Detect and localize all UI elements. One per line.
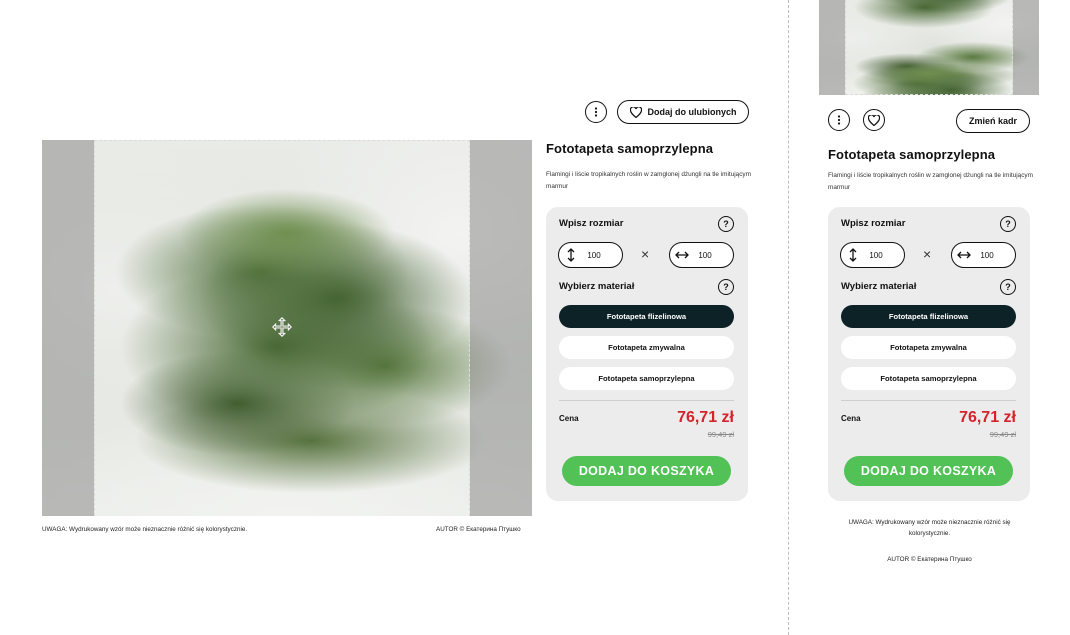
mobile-height-value: 100 (869, 250, 883, 260)
mobile-favorite-button[interactable] (863, 109, 885, 131)
mobile-print-warning: UWAGA: Wydrukowany wzór może nieznacznie… (848, 519, 1011, 537)
product-image-cropper[interactable] (42, 140, 532, 516)
height-input[interactable]: 100 (558, 242, 623, 268)
times-sign: × (641, 246, 650, 262)
mobile-times-sign: × (923, 246, 932, 262)
horizontal-arrows-icon (673, 246, 691, 264)
mobile-material-option-flizelinowa[interactable]: Fototapeta flizelinowa (841, 305, 1016, 328)
mobile-material-section-label: Wybierz materiał (841, 281, 917, 292)
mobile-size-section-label: Wpisz rozmiar (841, 218, 906, 229)
horizontal-arrows-icon (955, 246, 973, 264)
mobile-price-label: Cena (841, 414, 861, 423)
mobile-author-credit: AUTOR © Екатерина Птушко (887, 556, 972, 563)
mobile-crop-frame (845, 0, 1013, 95)
size-section-label: Wpisz rozmiar (559, 218, 624, 229)
mobile-product-description: Flamingi i liście tropikalnych roślin w … (828, 172, 1033, 191)
add-to-cart-button[interactable]: DODAJ DO KOSZYKA (562, 456, 731, 486)
mobile-price-divider (841, 400, 1016, 401)
mobile-product-image[interactable] (819, 0, 1039, 95)
mobile-old-price: 99,49 zł (989, 430, 1016, 439)
move-icon[interactable] (271, 316, 293, 338)
material-help-icon[interactable]: ? (718, 279, 734, 295)
mobile-size-help-icon[interactable]: ? (1000, 216, 1016, 232)
more-options-button[interactable] (585, 101, 607, 123)
size-help-icon[interactable]: ? (718, 216, 734, 232)
mobile-crop-mask-right (1013, 0, 1039, 95)
current-price: 76,71 zł (677, 409, 734, 426)
mobile-height-input[interactable]: 100 (840, 242, 905, 268)
crop-mask-left (42, 140, 94, 516)
material-option-zmywalna[interactable]: Fototapeta zmywalna (559, 336, 734, 359)
material-section-label: Wybierz materiał (559, 281, 635, 292)
height-value: 100 (587, 250, 601, 260)
product-title: Fototapeta samoprzylepna (546, 141, 714, 156)
price-label: Cena (559, 414, 579, 423)
product-description: Flamingi i liście tropikalnych roślin w … (546, 171, 751, 190)
mobile-material-option-zmywalna[interactable]: Fototapeta zmywalna (841, 336, 1016, 359)
crop-mask-right (470, 140, 532, 516)
change-crop-button[interactable]: Zmień kadr (956, 109, 1030, 133)
view-divider (788, 0, 789, 635)
vertical-arrows-icon (844, 246, 862, 264)
add-to-favorites-button[interactable]: Dodaj do ulubionych (617, 100, 749, 124)
print-warning: UWAGA: Wydrukowany wzór może nieznacznie… (42, 526, 248, 533)
material-option-flizelinowa[interactable]: Fototapeta flizelinowa (559, 305, 734, 328)
mobile-more-options-button[interactable] (828, 109, 850, 131)
favorite-label: Dodaj do ulubionych (647, 107, 737, 117)
author-credit: AUTOR © Екатерина Птушко (436, 526, 521, 533)
mobile-material-help-icon[interactable]: ? (1000, 279, 1016, 295)
mobile-product-title: Fototapeta samoprzylepna (828, 147, 996, 162)
mobile-current-price: 76,71 zł (959, 409, 1016, 426)
heart-icon (629, 106, 642, 118)
vertical-arrows-icon (562, 246, 580, 264)
kebab-menu-icon (837, 115, 841, 125)
kebab-menu-icon (594, 107, 598, 117)
old-price: 99,49 zł (707, 430, 734, 439)
width-value: 100 (698, 250, 712, 260)
price-divider (559, 400, 734, 401)
heart-icon (868, 114, 880, 126)
mobile-add-to-cart-button[interactable]: DODAJ DO KOSZYKA (844, 456, 1013, 486)
mobile-material-option-samoprzylepna[interactable]: Fototapeta samoprzylepna (841, 367, 1016, 390)
mobile-width-input[interactable]: 100 (951, 242, 1016, 268)
mobile-width-value: 100 (980, 250, 994, 260)
width-input[interactable]: 100 (669, 242, 734, 268)
mobile-crop-mask-left (819, 0, 845, 95)
material-option-samoprzylepna[interactable]: Fototapeta samoprzylepna (559, 367, 734, 390)
